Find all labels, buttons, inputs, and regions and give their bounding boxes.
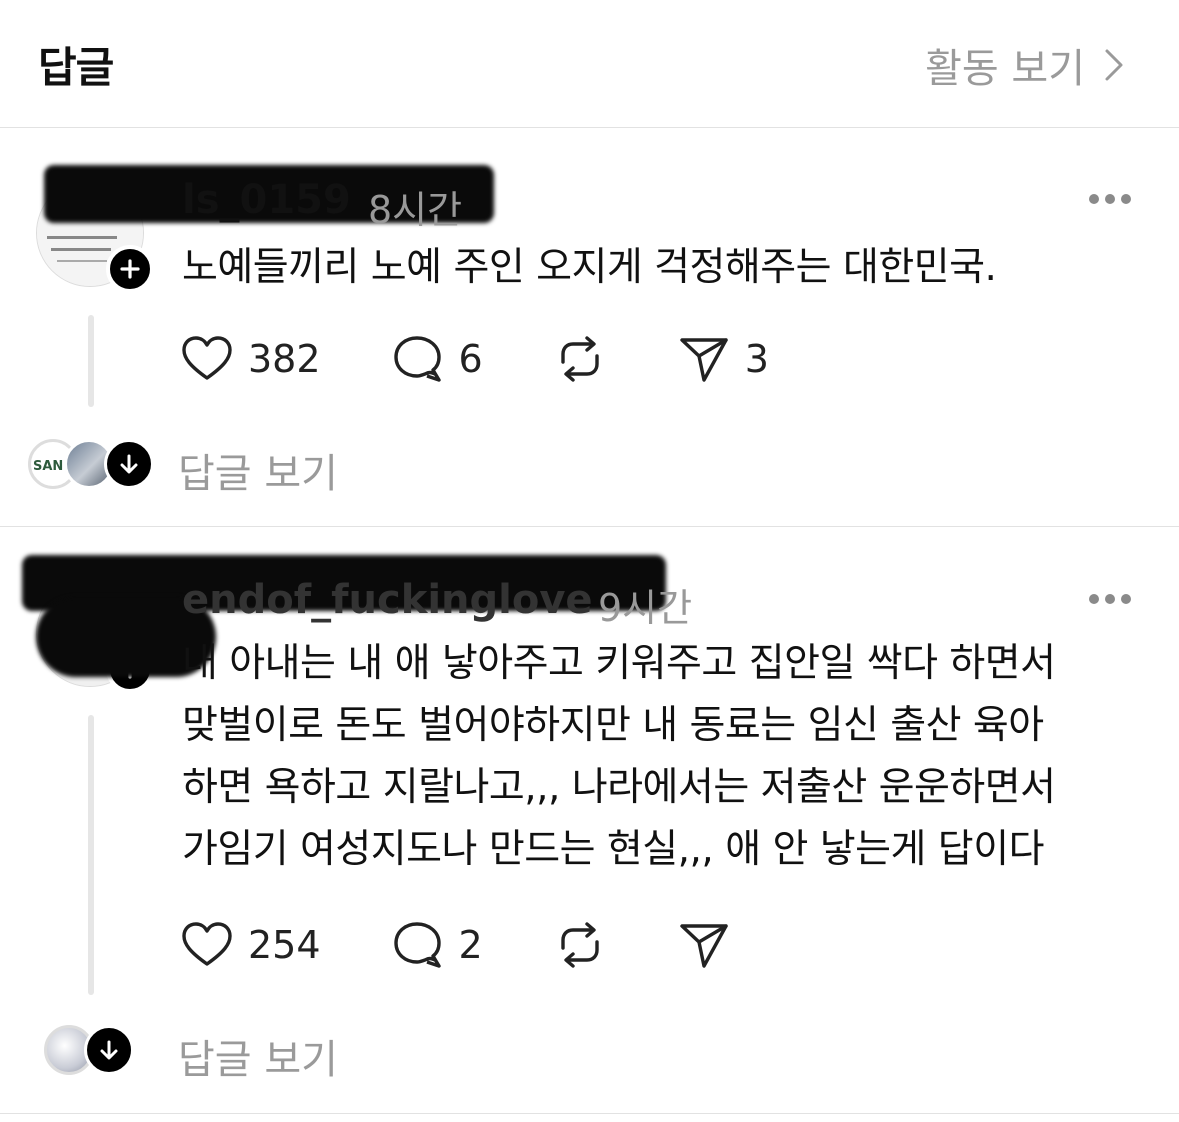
comment-text: 노예들끼리 노예 주인 오지게 걱정해주는 대한민국. <box>182 245 997 290</box>
like-button[interactable]: 254 <box>180 918 321 972</box>
expand-arrow-icon[interactable] <box>104 439 154 489</box>
reply-button[interactable]: 6 <box>391 332 483 386</box>
heart-icon <box>182 922 232 966</box>
repost-icon <box>561 922 599 968</box>
action-bar: 254 2 <box>180 917 801 973</box>
more-options-icon[interactable] <box>1089 593 1131 605</box>
comment-1: ls_0159 8시간 노예들끼리 노예 주인 오지게 걱정해주는 대한민국. … <box>0 129 1179 526</box>
like-count: 254 <box>248 923 321 967</box>
send-icon <box>680 338 728 382</box>
follow-plus-icon[interactable] <box>106 245 154 293</box>
activity-link-label: 활동 보기 <box>925 46 1085 92</box>
thread-line <box>88 715 94 995</box>
timestamp: 9시간 <box>598 586 693 630</box>
view-replies-row[interactable]: SAN 답글 보기 <box>0 437 1179 497</box>
comment-text: 내 아내는 내 애 낳아주고 키워주고 집안일 싹다 하면서 맞벌이로 돈도 벌… <box>182 633 1152 881</box>
comment-bubble-icon <box>393 922 441 968</box>
expand-arrow-icon[interactable] <box>84 1025 134 1075</box>
share-count: 3 <box>744 337 769 381</box>
activity-link[interactable]: 활동 보기 <box>925 36 1127 94</box>
username[interactable]: ls_0159 <box>182 177 351 223</box>
share-button[interactable] <box>677 918 731 972</box>
thread-line <box>88 315 94 407</box>
view-replies-link[interactable]: 답글 보기 <box>178 1027 338 1085</box>
reply-count: 6 <box>458 337 483 381</box>
replies-page: 답글 활동 보기 ls_0159 8시간 노예들끼리 노예 주인 오지게 걱정해… <box>0 0 1179 1122</box>
share-button[interactable]: 3 <box>677 332 769 386</box>
repost-button[interactable] <box>553 332 607 386</box>
repost-icon <box>561 336 599 382</box>
comment-2: endof_fuckinglove 9시간 내 아내는 내 애 낳아주고 키워주… <box>0 527 1179 1114</box>
view-replies-link[interactable]: 답글 보기 <box>178 441 338 499</box>
comment-text-line: 하면 욕하고 지랄나고,,, 나라에서는 저출산 운운하면서 <box>182 765 1056 810</box>
like-count: 382 <box>248 337 321 381</box>
view-replies-row[interactable]: 답글 보기 <box>0 1023 1179 1083</box>
send-icon <box>680 924 728 968</box>
heart-icon <box>182 336 232 380</box>
comment-text-line: 가임기 여성지도나 만드는 현실,,, 애 안 낳는게 답이다 <box>182 827 1044 872</box>
comment-text-line: 맞벌이로 돈도 벌어야하지만 내 동료는 임신 출산 육아 <box>182 703 1044 748</box>
username[interactable]: endof_fuckinglove <box>182 577 593 623</box>
action-bar: 382 6 3 <box>180 331 839 387</box>
like-button[interactable]: 382 <box>180 332 321 386</box>
divider <box>0 1113 1179 1114</box>
comment-bubble-icon <box>393 336 441 382</box>
reply-count: 2 <box>458 923 483 967</box>
page-title: 답글 <box>38 43 114 92</box>
reply-button[interactable]: 2 <box>391 918 483 972</box>
timestamp: 8시간 <box>368 188 463 232</box>
repost-button[interactable] <box>553 918 607 972</box>
chevron-right-icon <box>1105 49 1123 81</box>
more-options-icon[interactable] <box>1089 193 1131 205</box>
reply-avatar-text: SAN <box>33 459 63 474</box>
comment-text-line: 내 아내는 내 애 낳아주고 키워주고 집안일 싹다 하면서 <box>182 641 1056 686</box>
header: 답글 활동 보기 <box>0 0 1179 128</box>
